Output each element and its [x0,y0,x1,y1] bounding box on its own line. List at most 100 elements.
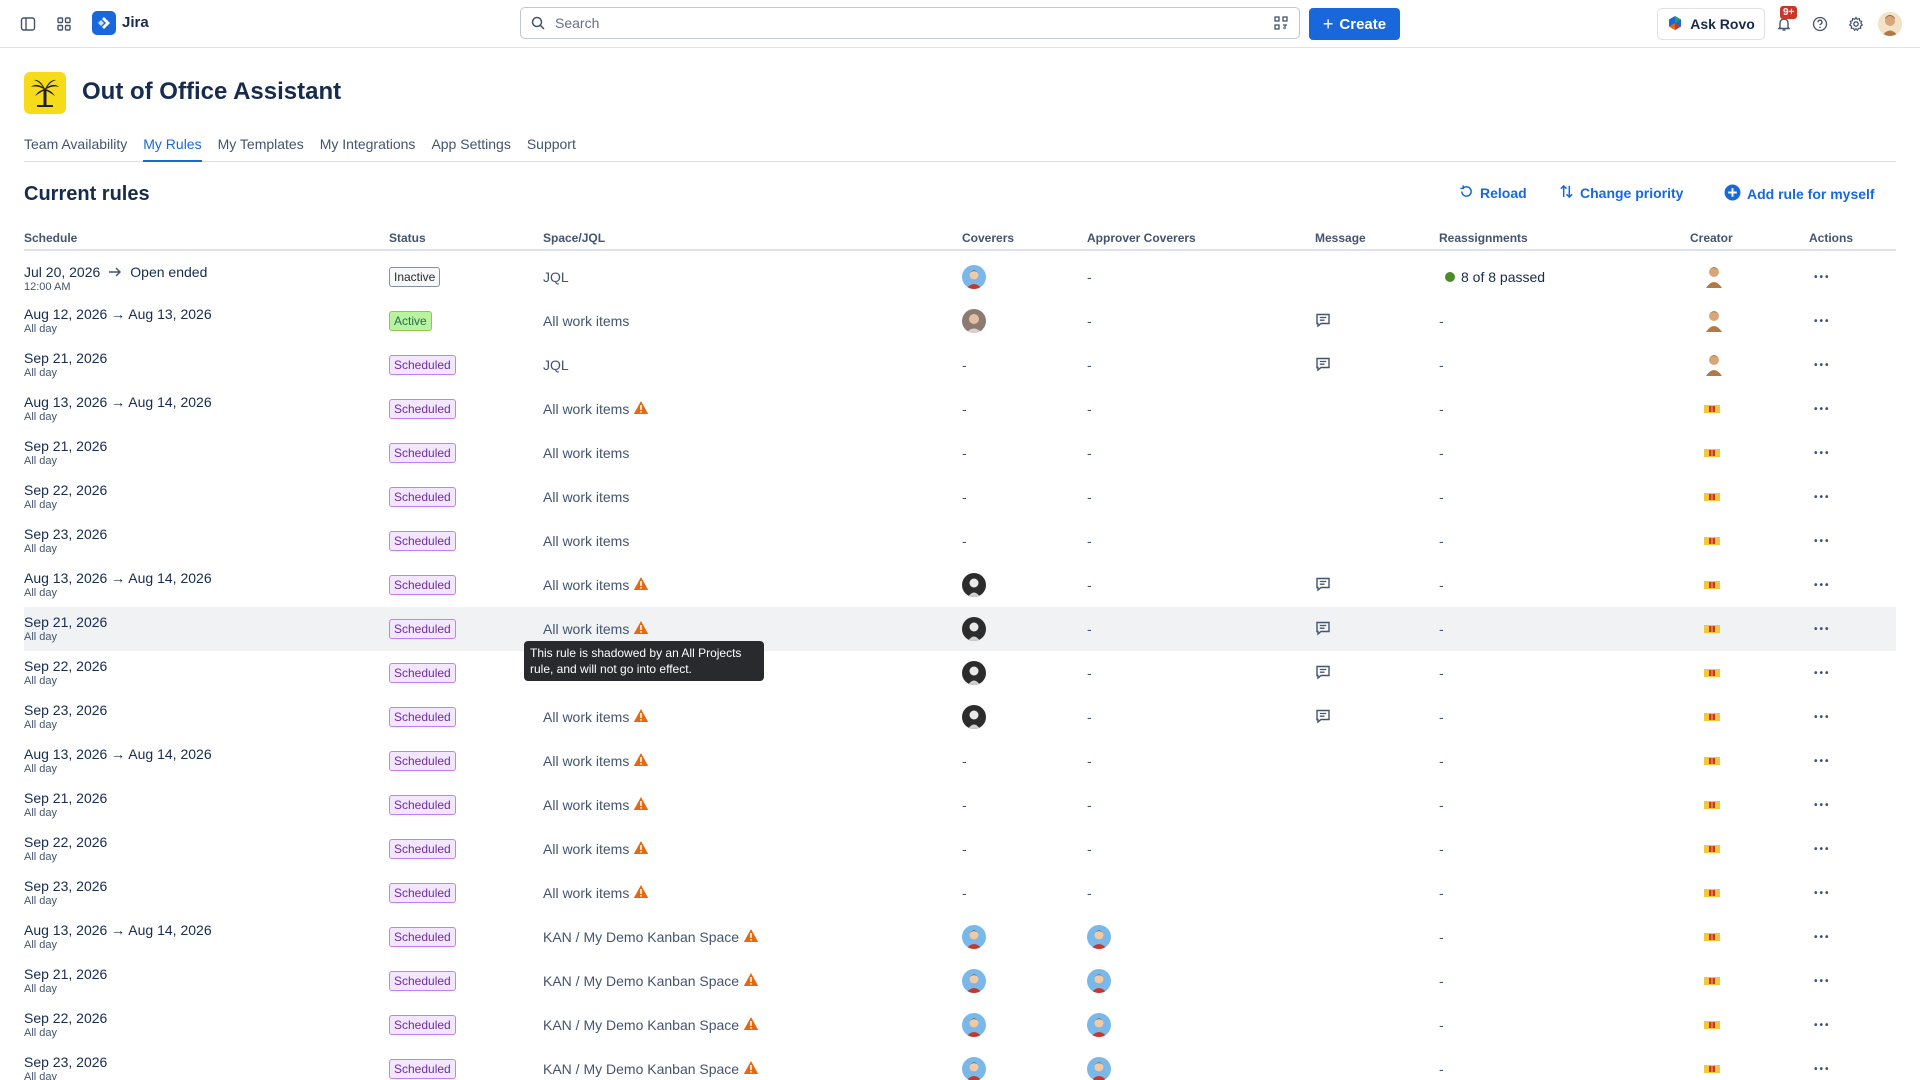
table-row[interactable]: Sep 22, 2026 All day Scheduled - - ••• [24,651,1896,695]
approver-avatar[interactable] [1087,1013,1111,1037]
table-row[interactable]: Sep 21, 2026 All day Scheduled All work ite… [24,607,1896,651]
table-row[interactable]: Sep 23, 2026 All day Scheduled All work ite… [24,519,1896,563]
more-icon[interactable]: ••• [1814,624,1831,635]
table-row[interactable]: Sep 21, 2026 All day Scheduled All work ite… [24,431,1896,475]
sidebar-toggle-icon[interactable] [16,12,40,36]
creator-flag-icon[interactable] [1704,1021,1720,1029]
creator-flag-icon[interactable] [1704,1065,1720,1073]
space-jql[interactable]: JQL [543,357,569,373]
help-icon[interactable] [1808,12,1832,36]
column-header-space[interactable]: Space/JQL [543,231,605,245]
column-header-status[interactable]: Status [389,231,426,245]
space-jql[interactable]: JQL [543,269,569,285]
more-icon[interactable]: ••• [1814,272,1831,283]
reassignment-status[interactable]: 8 of 8 passed [1445,269,1545,286]
table-row[interactable]: Sep 21, 2026 All day Scheduled All work ite… [24,783,1896,827]
jira-logo-icon[interactable] [92,11,116,35]
table-row[interactable]: Sep 23, 2026 All day Scheduled All work ite… [24,871,1896,915]
table-row[interactable]: Sep 22, 2026 All day Scheduled KAN / My Dem… [24,1003,1896,1047]
table-row[interactable]: Sep 21, 2026 All day Scheduled KAN / My Dem… [24,959,1896,1003]
table-row[interactable]: Sep 23, 2026 All day Scheduled KAN / My Dem… [24,1047,1896,1080]
create-button[interactable]: + Create [1309,8,1400,40]
more-icon[interactable]: ••• [1814,844,1831,855]
comment-icon[interactable] [1315,356,1331,375]
table-row[interactable]: Sep 21, 2026 All day Scheduled JQL - - - ••• [24,343,1896,387]
more-icon[interactable]: ••• [1814,360,1831,371]
more-icon[interactable]: ••• [1814,800,1831,811]
scan-icon[interactable] [1273,15,1289,34]
more-icon[interactable]: ••• [1814,668,1831,679]
coverer-avatar[interactable] [962,1013,986,1037]
column-header-message[interactable]: Message [1315,231,1366,245]
tab-team-availability[interactable]: Team Availability [24,132,127,162]
tab-app-settings[interactable]: App Settings [431,132,510,162]
creator-flag-icon[interactable] [1704,757,1720,765]
more-icon[interactable]: ••• [1814,756,1831,767]
warning-icon[interactable] [633,840,649,858]
table-row[interactable]: Sep 22, 2026 All day Scheduled All work ite… [24,475,1896,519]
warning-icon[interactable] [633,796,649,814]
comment-icon[interactable] [1315,708,1331,727]
tab-my-templates[interactable]: My Templates [218,132,304,162]
warning-icon[interactable] [633,708,649,726]
warning-icon[interactable] [633,884,649,902]
table-row[interactable]: Aug 13, 2026 → Aug 14, 2026 All day Schedu… [24,387,1896,431]
app-name[interactable]: Jira [122,14,149,31]
warning-icon[interactable] [633,620,649,638]
column-header-coverers[interactable]: Coverers [962,231,1014,245]
more-icon[interactable]: ••• [1814,712,1831,723]
more-icon[interactable]: ••• [1814,1064,1831,1075]
coverer-avatar[interactable] [962,573,986,597]
more-icon[interactable]: ••• [1814,404,1831,415]
coverer-avatar[interactable] [962,617,986,641]
creator-flag-icon[interactable] [1704,625,1720,633]
creator-flag-icon[interactable] [1704,405,1720,413]
coverer-avatar[interactable] [962,309,986,333]
column-header-creator[interactable]: Creator [1690,231,1733,245]
coverer-avatar[interactable] [962,705,986,729]
table-row[interactable]: Aug 12, 2026 → Aug 13, 2026 All day Active… [24,299,1896,343]
coverer-avatar[interactable] [962,1057,986,1080]
more-icon[interactable]: ••• [1814,536,1831,547]
more-icon[interactable]: ••• [1814,316,1831,327]
gear-icon[interactable] [1844,12,1868,36]
search-input[interactable]: Search [520,7,1300,39]
warning-icon[interactable] [633,752,649,770]
table-row[interactable]: Sep 22, 2026 All day Scheduled All work ite… [24,827,1896,871]
column-header-actions[interactable]: Actions [1809,231,1853,245]
coverer-avatar[interactable] [962,265,986,289]
column-header-schedule[interactable]: Schedule [24,231,77,245]
table-row[interactable]: Aug 13, 2026 → Aug 14, 2026 All day Schedu… [24,739,1896,783]
creator-flag-icon[interactable] [1704,581,1720,589]
more-icon[interactable]: ••• [1814,1020,1831,1031]
table-row[interactable]: Sep 23, 2026 All day Scheduled All work ite… [24,695,1896,739]
coverer-avatar[interactable] [962,969,986,993]
approver-avatar[interactable] [1087,969,1111,993]
creator-flag-icon[interactable] [1704,449,1720,457]
warning-icon[interactable] [743,928,759,946]
creator-flag-icon[interactable] [1704,801,1720,809]
table-row[interactable]: Aug 13, 2026 → Aug 14, 2026 All day Schedu… [24,915,1896,959]
more-icon[interactable]: ••• [1814,932,1831,943]
more-icon[interactable]: ••• [1814,448,1831,459]
more-icon[interactable]: ••• [1814,888,1831,899]
change-priority-button[interactable]: Change priority [1559,184,1683,202]
creator-flag-icon[interactable] [1704,493,1720,501]
coverer-avatar[interactable] [962,925,986,949]
more-icon[interactable]: ••• [1814,976,1831,987]
tab-my-integrations[interactable]: My Integrations [320,132,416,162]
table-row[interactable]: Aug 13, 2026 → Aug 14, 2026 All day Schedu… [24,563,1896,607]
comment-icon[interactable] [1315,312,1331,331]
warning-icon[interactable] [743,972,759,990]
creator-flag-icon[interactable] [1704,933,1720,941]
warning-icon[interactable] [743,1060,759,1078]
more-icon[interactable]: ••• [1814,580,1831,591]
table-row[interactable]: Jul 20, 2026 Open ended 12:00 AM Inactive JQ… [24,255,1896,299]
app-switcher-icon[interactable] [52,12,76,36]
creator-flag-icon[interactable] [1704,537,1720,545]
comment-icon[interactable] [1315,620,1331,639]
coverer-avatar[interactable] [962,661,986,685]
creator-flag-icon[interactable] [1704,977,1720,985]
column-header-reassignments[interactable]: Reassignments [1439,231,1528,245]
creator-flag-icon[interactable] [1704,669,1720,677]
